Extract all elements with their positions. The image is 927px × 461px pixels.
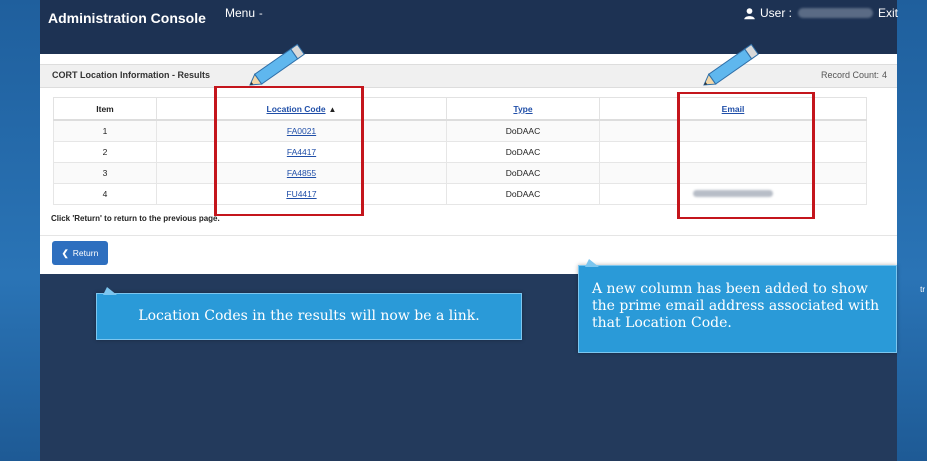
highlight-email-column — [677, 92, 815, 219]
pencil-icon — [703, 43, 759, 86]
user-name-redacted — [798, 8, 874, 18]
callout-email-text: A new column has been added to show the … — [592, 281, 880, 331]
user-icon — [744, 7, 755, 19]
item-cell: 4 — [53, 183, 157, 205]
background-right — [897, 0, 927, 461]
record-count-label: Record Count: — [820, 70, 879, 80]
highlight-location-code-column — [214, 86, 364, 216]
type-cell: DoDAAC — [446, 141, 600, 163]
app-window: Administration Console Menu - User : Exit… — [40, 0, 898, 461]
menu-dropdown[interactable]: Menu - — [225, 6, 263, 20]
callout-location-link: Location Codes in the results will now b… — [96, 287, 522, 340]
background-left — [0, 0, 40, 461]
user-menu[interactable]: User : — [743, 6, 874, 20]
menu-caret-icon: - — [259, 8, 263, 20]
item-cell: 2 — [53, 141, 157, 163]
app-title: Administration Console — [48, 10, 206, 26]
callout-email-column: A new column has been added to show the … — [578, 259, 897, 353]
pencil-icon — [249, 43, 305, 86]
column-header-item: Item — [53, 97, 157, 121]
record-count: Record Count: 4 — [821, 70, 887, 80]
menu-label: Menu — [225, 6, 256, 20]
top-bar: Administration Console Menu - User : Exit — [40, 0, 898, 54]
type-cell: DoDAAC — [446, 162, 600, 184]
panel-title: CORT Location Information - Results — [52, 70, 211, 80]
record-count-value: 4 — [881, 70, 887, 80]
chevron-left-icon: ❮ — [61, 247, 69, 258]
return-label: Return — [72, 248, 99, 258]
panel-header: CORT Location Information - Results Reco… — [40, 64, 897, 88]
user-label: User : — [760, 6, 793, 20]
return-button[interactable]: ❮ Return — [52, 241, 108, 265]
exit-link[interactable]: Exit — [878, 6, 898, 20]
instructions-text: Click 'Return' to return to the previous… — [51, 214, 220, 223]
divider — [40, 235, 897, 236]
type-cell: DoDAAC — [446, 183, 600, 205]
column-header-type[interactable]: Type — [446, 97, 600, 121]
type-sort-link[interactable]: Type — [513, 104, 532, 114]
item-cell: 1 — [53, 119, 157, 142]
edge-text: tr — [920, 285, 925, 294]
item-cell: 3 — [53, 162, 157, 184]
type-cell: DoDAAC — [446, 119, 600, 142]
